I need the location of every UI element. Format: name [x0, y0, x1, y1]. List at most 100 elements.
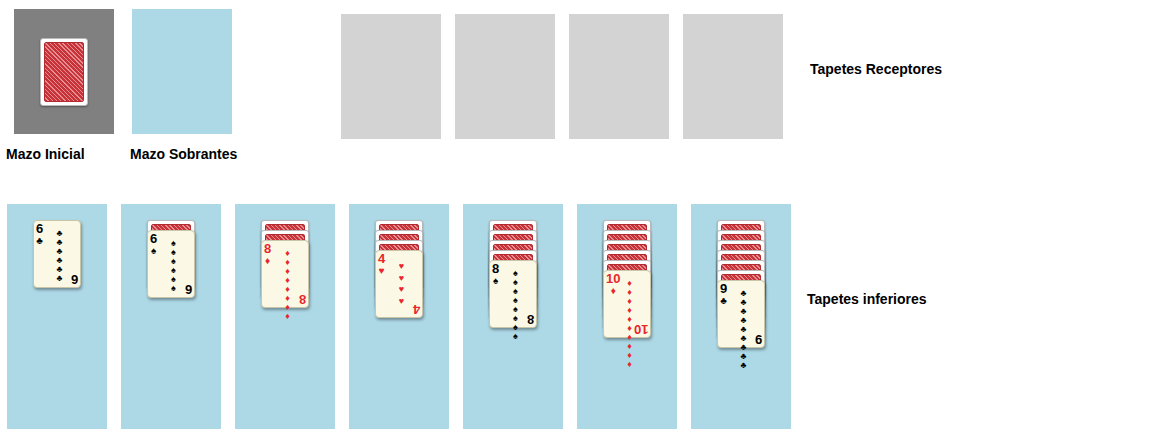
card-pip: ♠: [167, 248, 180, 257]
card-pip: ♠: [167, 266, 180, 275]
foundations-label: Tapetes Receptores: [810, 59, 942, 204]
card-suit: ♠: [151, 246, 156, 256]
card-face[interactable]: 8♦♦♦♦♦♦♦♦♦8: [261, 240, 309, 308]
card-rank: 9: [720, 282, 727, 296]
tableau-column[interactable]: 6♠♠♠♠♠♠♠6: [121, 204, 221, 429]
tableau-column[interactable]: 8♠♠♠♠♠♠♠♠♠8: [463, 204, 563, 429]
card-rank: 10: [634, 322, 648, 336]
card-pip: ♣: [737, 352, 750, 361]
card-pip: ♠: [509, 332, 522, 341]
card-face[interactable]: 6♠♠♠♠♠♠♠6: [147, 230, 195, 298]
tableau: 6♣♣♣♣♣♣♣66♠♠♠♠♠♠♠68♦♦♦♦♦♦♦♦♦84♥♥♥♥♥48♠♠♠…: [7, 204, 791, 429]
tableau-label: Tapetes inferiores: [807, 289, 927, 429]
card-pip: ♣: [737, 307, 750, 316]
card-pip: ♣: [53, 238, 66, 247]
card-pip: ♦: [281, 276, 294, 285]
card-rank: 8: [492, 262, 499, 276]
card-rank: 4: [378, 252, 385, 266]
card-pip: ♣: [53, 229, 66, 238]
foundation-slot[interactable]: [455, 14, 555, 139]
card-pip: ♦: [281, 249, 294, 258]
card-rank: 4: [413, 302, 420, 316]
card-pip: ♠: [509, 314, 522, 323]
foundation-slot[interactable]: [341, 14, 441, 139]
card-pip: ♣: [737, 343, 750, 352]
card-pip: ♦: [623, 297, 636, 306]
card-pip: ♥: [395, 285, 408, 294]
card-rank: 8: [299, 292, 306, 306]
foundations: [341, 14, 783, 139]
card-face[interactable]: 10♦♦♦♦♦♦♦♦♦♦♦10: [603, 270, 651, 338]
card-pip: ♣: [53, 265, 66, 274]
card-pip: ♣: [737, 361, 750, 370]
card-pip: ♠: [167, 257, 180, 266]
card-pip: ♦: [623, 279, 636, 288]
foundation-slot[interactable]: [569, 14, 669, 139]
card-pip: ♣: [737, 325, 750, 334]
card-pip: ♠: [509, 287, 522, 296]
card-rank: 6: [71, 272, 78, 286]
card-pip: ♦: [623, 342, 636, 351]
card-pip: ♠: [167, 239, 180, 248]
card-pip: ♦: [281, 312, 294, 321]
card-pip: ♣: [53, 256, 66, 265]
card-rank: 8: [527, 312, 534, 326]
card-pip: ♣: [737, 298, 750, 307]
card-pip: ♦: [623, 306, 636, 315]
card-pip: ♦: [281, 267, 294, 276]
tableau-column[interactable]: 6♣♣♣♣♣♣♣6: [7, 204, 107, 429]
card-rank: 8: [264, 242, 271, 256]
card-suit: ♠: [493, 276, 498, 286]
stock-pile[interactable]: [14, 9, 114, 134]
card-suit: ♥: [379, 266, 385, 276]
tableau-column[interactable]: 9♣♣♣♣♣♣♣♣♣♣9: [691, 204, 791, 429]
card-rank: 6: [185, 282, 192, 296]
foundation-slot[interactable]: [683, 14, 783, 139]
card-pip: ♦: [281, 285, 294, 294]
top-row: Mazo InicialMazo Sobrantes Tapetes Recept…: [0, 0, 1149, 204]
waste-label: Mazo Sobrantes: [130, 144, 341, 165]
card-suit: ♣: [720, 296, 727, 306]
card-face[interactable]: 8♠♠♠♠♠♠♠♠♠8: [489, 260, 537, 328]
card-rank: 6: [36, 222, 43, 236]
card-pip: ♦: [281, 303, 294, 312]
card-face[interactable]: 9♣♣♣♣♣♣♣♣♣♣9: [717, 280, 765, 348]
card-pip: ♦: [281, 258, 294, 267]
card-pip: ♥: [395, 262, 408, 271]
card-pip: ♣: [53, 247, 66, 256]
card-pip: ♥: [395, 297, 408, 306]
card-pip: ♦: [281, 294, 294, 303]
card-suit: ♦: [265, 256, 270, 266]
card-face[interactable]: 4♥♥♥♥♥4: [375, 250, 423, 318]
card-rank: 10: [606, 272, 620, 286]
card-suit: ♦: [611, 286, 616, 296]
card-rank: 9: [755, 332, 762, 346]
card-pip: ♣: [53, 274, 66, 283]
tableau-column[interactable]: 8♦♦♦♦♦♦♦♦♦8: [235, 204, 335, 429]
card-pip: ♠: [167, 284, 180, 293]
card-pip: ♦: [623, 288, 636, 297]
card-pip: ♣: [737, 289, 750, 298]
solitaire-board: Mazo InicialMazo Sobrantes Tapetes Recept…: [0, 0, 1149, 442]
waste-pile[interactable]: [132, 9, 232, 134]
card-pip: ♠: [509, 278, 522, 287]
card-pip: ♠: [167, 275, 180, 284]
card-pip: ♠: [509, 296, 522, 305]
tableau-column[interactable]: 4♥♥♥♥♥4: [349, 204, 449, 429]
card-rank: 6: [150, 232, 157, 246]
card-pip: ♠: [509, 305, 522, 314]
stock-label: Mazo Inicial: [6, 144, 130, 165]
card-pip: ♦: [623, 360, 636, 369]
card-pip: ♣: [737, 334, 750, 343]
card-pip: ♥: [395, 274, 408, 283]
card-pip: ♦: [623, 351, 636, 360]
stock-area: Mazo Inicial: [0, 0, 130, 204]
card-pip: ♠: [509, 269, 522, 278]
waste-area: Mazo Sobrantes: [130, 0, 341, 204]
card-pip: ♠: [509, 323, 522, 332]
tableau-column[interactable]: 10♦♦♦♦♦♦♦♦♦♦♦10: [577, 204, 677, 429]
bottom-row: 6♣♣♣♣♣♣♣66♠♠♠♠♠♠♠68♦♦♦♦♦♦♦♦♦84♥♥♥♥♥48♠♠♠…: [0, 204, 1149, 429]
card-back[interactable]: [40, 38, 88, 106]
card-face[interactable]: 6♣♣♣♣♣♣♣6: [33, 220, 81, 288]
card-suit: ♣: [36, 236, 43, 246]
